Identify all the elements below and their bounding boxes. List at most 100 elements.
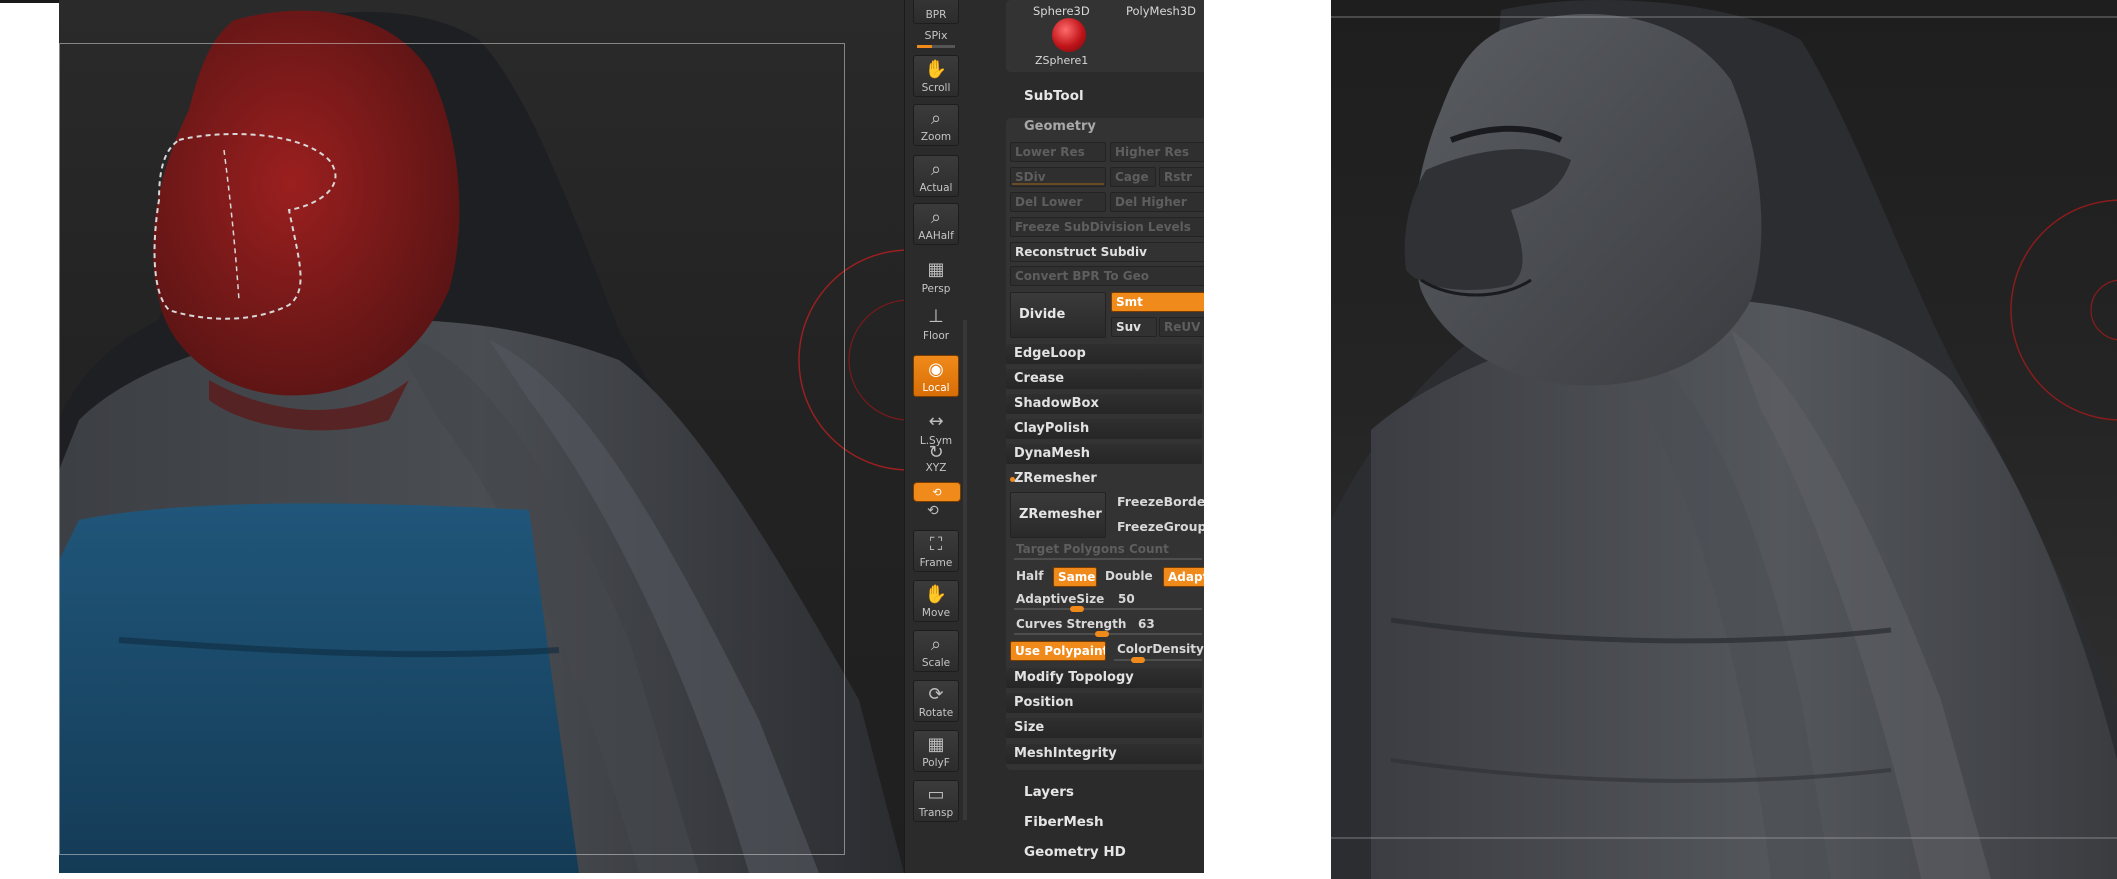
tool-aahalf-button[interactable]: ⌕ AAHalf <box>913 203 959 245</box>
tool-floor-button[interactable]: ⊥ Floor <box>913 302 959 344</box>
lower-res-button[interactable]: Lower Res <box>1010 142 1106 162</box>
spix-label: SPix <box>924 29 948 42</box>
reconstruct-subdiv-button[interactable]: Reconstruct Subdiv <box>1010 242 1204 262</box>
zsphere-thumb-label: ZSphere1 <box>1035 54 1089 67</box>
convert-bpr-button[interactable]: Convert BPR To Geo <box>1010 266 1204 286</box>
adaptive-size-value: 50 <box>1118 592 1135 606</box>
color-density-slider[interactable]: ColorDensity <box>1117 642 1204 656</box>
modify-topology-subpalette[interactable]: Modify Topology <box>1006 668 1202 688</box>
canvas-frame <box>59 43 845 855</box>
magnifier-actual-icon: ⌕ <box>930 159 942 180</box>
tool-actual-label: Actual <box>919 182 953 194</box>
adaptive-size-track[interactable] <box>1014 608 1202 610</box>
adaptive-size-knob[interactable] <box>1070 606 1085 612</box>
suv-toggle[interactable]: Suv <box>1111 317 1157 337</box>
smt-toggle[interactable]: Smt <box>1111 292 1204 312</box>
freeze-border-toggle[interactable]: FreezeBorder <box>1117 494 1204 509</box>
tool-scale-button[interactable]: ⌕ Scale <box>913 630 959 672</box>
subtool-header[interactable]: SubTool <box>1024 88 1084 104</box>
divide-button[interactable]: Divide <box>1010 292 1106 338</box>
del-lower-button[interactable]: Del Lower <box>1010 192 1106 212</box>
spix-slider[interactable] <box>917 45 955 48</box>
geometry-hd-header[interactable]: Geometry HD <box>1024 844 1126 860</box>
tool-frame-button[interactable]: ⛶ Frame <box>913 530 959 572</box>
layers-header[interactable]: Layers <box>1024 784 1074 800</box>
gorilla-model-remeshed <box>1331 0 2117 879</box>
color-density-track <box>1114 659 1202 661</box>
magnifier-zoom-icon: ⌕ <box>930 108 942 129</box>
reuv-toggle[interactable]: ReUV <box>1159 317 1204 337</box>
tool-polyf-label: PolyF <box>922 757 950 769</box>
position-subpalette[interactable]: Position <box>1006 693 1202 713</box>
freeze-subdiv-button[interactable]: Freeze SubDivision Levels <box>1010 217 1204 237</box>
tool-persp-button[interactable]: ▦ Persp <box>913 255 959 297</box>
polyframe-grid-icon: ▦ <box>927 734 945 755</box>
zremesher-subpalette[interactable]: ZRemesher <box>1006 469 1202 489</box>
tool-local-button[interactable]: ◉ Local <box>913 355 959 397</box>
del-higher-button[interactable]: Del Higher <box>1110 192 1204 212</box>
crease-subpalette[interactable]: Crease <box>1006 369 1202 389</box>
mesh-integrity-subpalette[interactable]: MeshIntegrity <box>1006 744 1202 764</box>
viewport-left[interactable] <box>59 0 904 873</box>
sphere3d-thumb[interactable]: Sphere3D <box>1033 4 1090 18</box>
symmetry-arrows-icon: ↔ <box>928 411 944 432</box>
tool-frame-label: Frame <box>919 557 953 569</box>
frame-icon: ⛶ <box>929 534 943 555</box>
tool-polyf-button[interactable]: ▦ PolyF <box>913 730 959 772</box>
tool-aahalf-label: AAHalf <box>918 230 954 242</box>
target-polygons-track <box>1014 558 1202 560</box>
right-shelf: BPR SPix ✋ Scroll ⌕ Zoom ⌕ Actual ⌕ AAHalf ▦ Pers… <box>904 0 997 873</box>
tool-actual-button[interactable]: ⌕ Actual <box>913 155 959 197</box>
magnifier-aahalf-icon: ⌕ <box>930 207 942 228</box>
color-density-knob[interactable] <box>1131 657 1145 663</box>
tool-scroll-button[interactable]: ✋ Scroll <box>913 55 959 97</box>
edgeloop-subpalette[interactable]: EdgeLoop <box>1006 344 1202 364</box>
adaptive-size-label: AdaptiveSize <box>1016 592 1105 606</box>
half-button[interactable]: Half <box>1016 569 1043 583</box>
rotate-icon: ⟳ <box>928 684 944 705</box>
adapt-toggle[interactable]: Adapt <box>1163 567 1204 587</box>
tool-transp-button[interactable]: ▭ Transp <box>913 780 959 822</box>
polymesh3d-thumb[interactable]: PolyMesh3D <box>1126 4 1196 18</box>
bpr-button[interactable]: BPR <box>913 0 959 24</box>
tool-zoom-button[interactable]: ⌕ Zoom <box>913 104 959 146</box>
dynamesh-subpalette[interactable]: DynaMesh <box>1006 444 1202 464</box>
curves-strength-knob[interactable] <box>1094 631 1109 637</box>
tool-thumbnails: Sphere3D PolyMesh3D ZSphere1 <box>1006 0 1204 72</box>
shadowbox-subpalette[interactable]: ShadowBox <box>1006 394 1202 414</box>
tool-persp-label: Persp <box>921 283 951 295</box>
tool-move-button[interactable]: ✋ Move <box>913 580 959 622</box>
symmetry-toggle[interactable]: ⟲ <box>913 482 961 502</box>
tool-transp-label: Transp <box>918 807 954 819</box>
tool-local-label: Local <box>922 382 950 394</box>
tool-rotate-label: Rotate <box>918 707 954 719</box>
sdiv-track <box>1012 183 1104 185</box>
floor-icon: ⊥ <box>928 306 944 327</box>
geometry-header[interactable]: Geometry <box>1024 119 1096 134</box>
same-button[interactable]: Same <box>1053 567 1097 587</box>
top-strip <box>0 0 60 3</box>
cage-button[interactable]: Cage <box>1110 167 1156 187</box>
shelf-divider <box>963 320 967 820</box>
tool-zoom-label: Zoom <box>920 131 952 143</box>
use-polypaint-toggle[interactable]: Use Polypaint <box>1010 641 1106 661</box>
hand-move-icon: ✋ <box>924 584 948 605</box>
rotate-axis-icon[interactable]: ⟲ <box>927 503 939 519</box>
zsphere-icon[interactable] <box>1052 18 1086 52</box>
target-polygons-slider[interactable]: Target Polygons Count <box>1016 542 1169 556</box>
tool-xyz-button[interactable]: ↻ XYZ <box>913 442 959 476</box>
viewport-right[interactable] <box>1331 0 2117 879</box>
tool-rotate-button[interactable]: ⟳ Rotate <box>913 680 959 722</box>
zremesher-button[interactable]: ZRemesher <box>1010 492 1106 538</box>
claypolish-subpalette[interactable]: ClayPolish <box>1006 419 1202 439</box>
rstr-button[interactable]: Rstr <box>1159 167 1204 187</box>
size-subpalette[interactable]: Size <box>1006 718 1202 738</box>
tool-move-label: Move <box>921 607 951 619</box>
fibermesh-header[interactable]: FiberMesh <box>1024 814 1104 830</box>
curves-strength-value: 63 <box>1138 617 1155 631</box>
freeze-groups-toggle[interactable]: FreezeGroups <box>1117 519 1204 534</box>
higher-res-button[interactable]: Higher Res <box>1110 142 1204 162</box>
double-button[interactable]: Double <box>1105 569 1153 583</box>
rotate-xyz-icon: ↻ <box>928 442 944 463</box>
local-pivot-icon: ◉ <box>928 359 944 380</box>
